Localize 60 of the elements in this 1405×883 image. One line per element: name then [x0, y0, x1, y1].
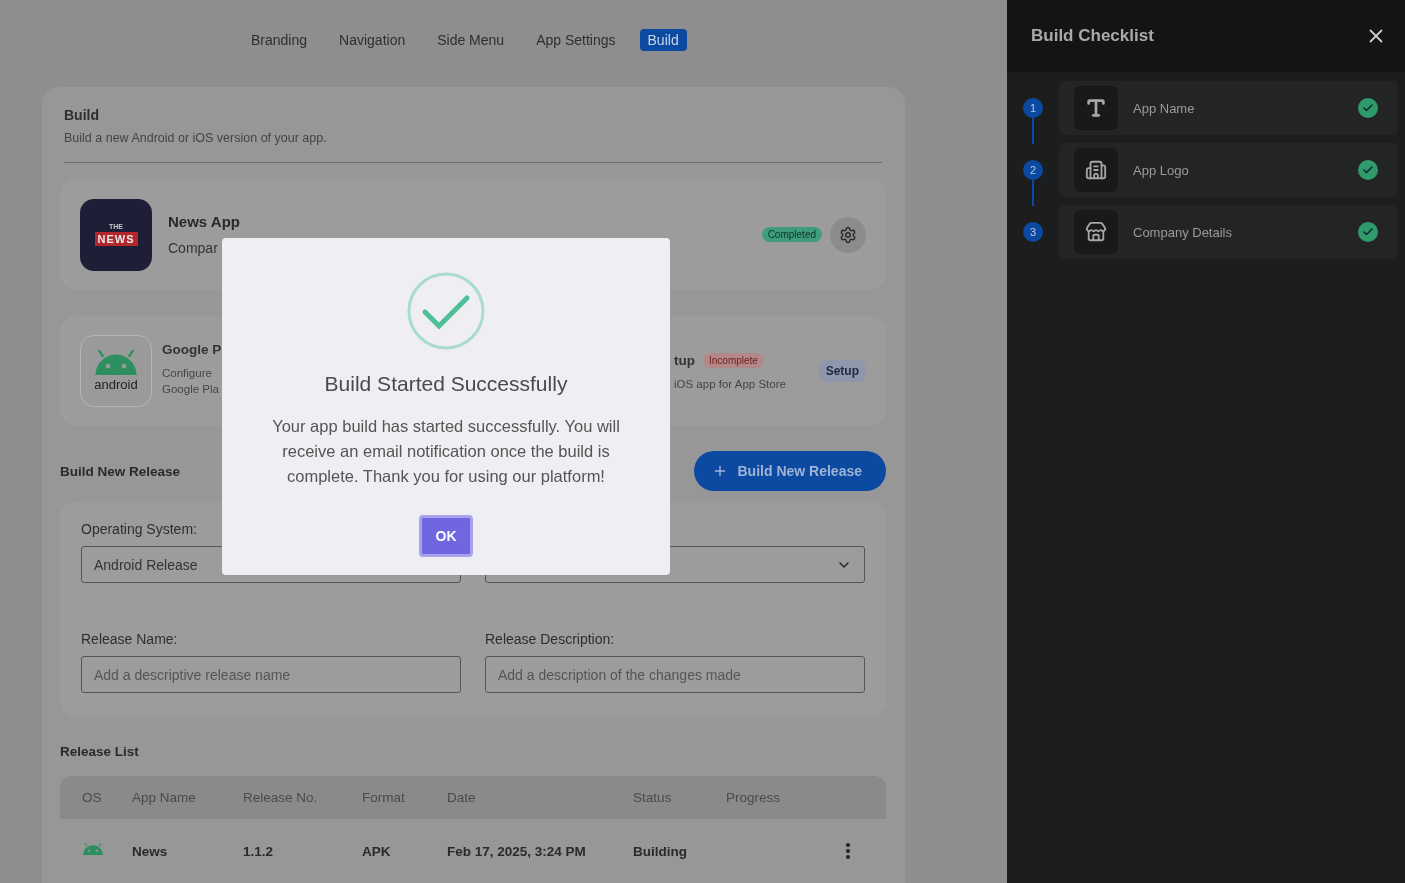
logo-text: NEWS: [94, 232, 138, 246]
status-badge: Completed: [761, 227, 822, 242]
tab[interactable]: Branding: [243, 29, 316, 51]
column-header: App Name: [132, 790, 197, 805]
panel-subtitle: Build a new Android or iOS version of your app.: [63, 131, 328, 145]
table-cell-text: Feb 17, 2025, 3:24 PM: [447, 843, 587, 859]
table-cell-text: News: [132, 843, 169, 859]
platform-description: Google Pla: [162, 383, 220, 395]
step-number: 3: [1023, 222, 1043, 242]
dialog-title: Build Started Successfully: [324, 372, 568, 396]
column-header: Date: [447, 790, 477, 805]
tab[interactable]: Side Menu: [429, 29, 513, 51]
build-new-release-button[interactable]: Build New Release: [693, 451, 886, 491]
app-name: News App: [168, 213, 240, 230]
gear-icon: [839, 225, 857, 244]
success-check-icon: [407, 272, 485, 350]
ok-button[interactable]: OK: [419, 515, 473, 557]
company-name: Compar: [168, 240, 219, 256]
column-header: Progress: [726, 790, 782, 805]
checklist-item[interactable]: Company Details: [1059, 205, 1398, 259]
checklist-item[interactable]: App Name: [1059, 81, 1398, 135]
tab[interactable]: Navigation: [331, 29, 414, 51]
tab[interactable]: Build: [639, 29, 687, 51]
table-cell-text: Building: [633, 843, 688, 859]
kebab-icon: [846, 843, 850, 859]
step-number: 2: [1023, 160, 1043, 180]
step-number: 1: [1023, 98, 1043, 118]
platform-title: Google P: [162, 342, 222, 357]
letter-t-icon: [1085, 97, 1107, 119]
store-icon: [1085, 221, 1107, 243]
android-icon: [82, 843, 104, 856]
release-name-input[interactable]: Add a descriptive release name: [81, 656, 461, 693]
field-label: Operating System:: [81, 521, 197, 537]
section-title: Release List: [60, 744, 140, 759]
status-badge: Incomplete: [703, 352, 764, 368]
column-header: Status: [633, 790, 673, 805]
step-connector: [1032, 180, 1034, 206]
setup-button[interactable]: Setup: [818, 360, 866, 382]
field-label: Release Description:: [485, 631, 615, 647]
release-description-input[interactable]: Add a description of the changes made: [485, 656, 865, 693]
table-cell-text: 1.1.2: [243, 843, 275, 859]
table-cell-text: APK: [362, 843, 392, 859]
panel-title: Build: [63, 107, 100, 123]
column-header: Format: [362, 790, 406, 805]
platform-title: tup: [674, 352, 695, 368]
field-label: Release Name:: [81, 631, 178, 647]
section-title: Build New Release: [60, 463, 181, 479]
platform-description: iOS app for App Store: [674, 377, 787, 390]
platform-description: Configure: [162, 367, 213, 379]
step-connector: [1032, 118, 1034, 144]
android-robot-icon: [93, 349, 139, 376]
building-icon: [1085, 159, 1107, 181]
dialog-message: Your app build has started successfully. You will receive an email notification once the build is complete. Thank you for using our platform!: [271, 416, 621, 487]
tab[interactable]: App Settings: [528, 29, 624, 51]
settings-button[interactable]: [830, 216, 866, 253]
column-header: OS: [82, 790, 103, 805]
checklist-item[interactable]: App Logo: [1059, 143, 1398, 197]
logo-text: android: [94, 377, 138, 393]
panel-title: Build Checklist: [1031, 26, 1154, 46]
column-header: Release No.: [243, 790, 319, 805]
